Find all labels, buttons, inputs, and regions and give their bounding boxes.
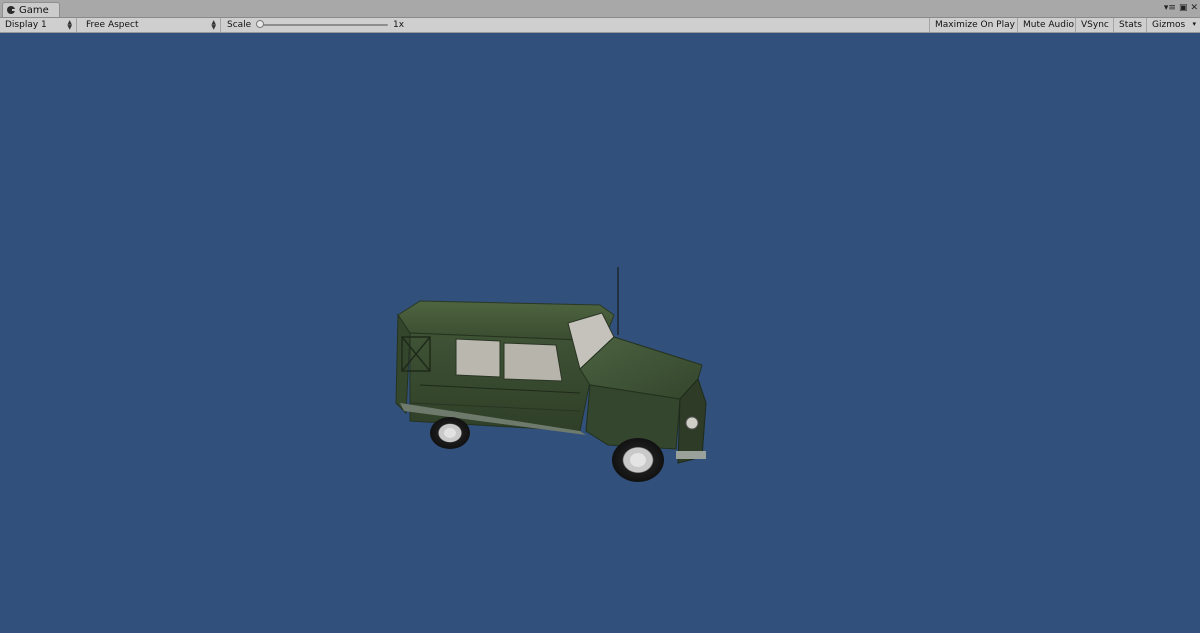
- scale-slider-thumb[interactable]: [256, 20, 264, 28]
- maximize-on-play-label: Maximize On Play: [935, 20, 1015, 30]
- tab-game[interactable]: Game: [2, 2, 60, 17]
- window-controls: ▾≡ ▣ ✕: [1164, 1, 1198, 15]
- maximize-on-play-toggle[interactable]: Maximize On Play: [929, 18, 1018, 32]
- tab-strip: Game ▾≡ ▣ ✕: [0, 0, 1200, 18]
- gizmos-dropdown[interactable]: Gizmos ▾: [1147, 18, 1200, 32]
- panel-menu-icon[interactable]: ▾≡: [1164, 2, 1176, 14]
- mute-audio-label: Mute Audio: [1023, 20, 1074, 30]
- vsync-toggle[interactable]: VSync: [1076, 18, 1114, 32]
- mute-audio-toggle[interactable]: Mute Audio: [1018, 18, 1076, 32]
- scale-value-text: 1x: [393, 20, 405, 30]
- pacman-icon: [7, 6, 16, 14]
- scale-slider-track[interactable]: [262, 24, 388, 26]
- tab-label: Game: [19, 4, 49, 16]
- vsync-label: VSync: [1081, 20, 1109, 30]
- game-toolbar: Display 1 ▲ ▼ Free Aspect ▲ ▼ Scale 1x Max…: [0, 18, 1200, 33]
- display-dropdown-label: Display 1: [5, 20, 47, 30]
- vehicle-model: [395, 267, 707, 482]
- chevron-down-icon: ▾: [1192, 20, 1196, 28]
- aspect-dropdown[interactable]: Free Aspect ▲ ▼: [81, 18, 221, 32]
- game-viewport[interactable]: [0, 33, 1200, 633]
- maximize-icon[interactable]: ▣: [1179, 2, 1188, 14]
- close-icon[interactable]: ✕: [1190, 2, 1198, 14]
- gizmos-label: Gizmos: [1152, 20, 1186, 30]
- scale-label-text: Scale: [227, 20, 252, 30]
- scale-value: 1x: [388, 18, 428, 32]
- dropdown-updown-icon: ▲ ▼: [67, 19, 72, 31]
- stats-toggle[interactable]: Stats: [1114, 18, 1147, 32]
- stats-label: Stats: [1119, 20, 1142, 30]
- display-dropdown[interactable]: Display 1 ▲ ▼: [0, 18, 77, 32]
- dropdown-updown-icon: ▲ ▼: [211, 19, 216, 31]
- aspect-dropdown-label: Free Aspect: [86, 20, 139, 30]
